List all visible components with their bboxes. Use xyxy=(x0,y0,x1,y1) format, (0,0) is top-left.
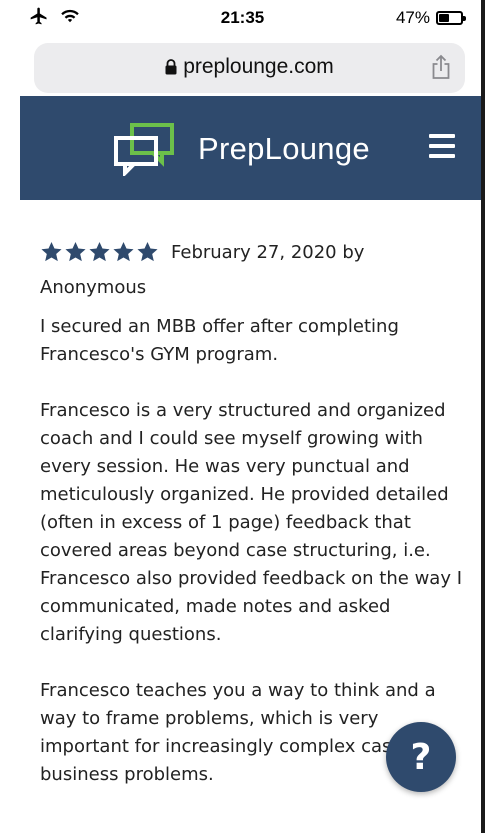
logo-text: PrepLounge xyxy=(198,131,370,166)
url-text: preplounge.com xyxy=(183,55,334,78)
hamburger-menu-icon[interactable] xyxy=(429,134,455,158)
review-paragraph: Francesco is a very structured and organ… xyxy=(40,400,462,645)
logo[interactable]: PrepLounge xyxy=(112,122,370,176)
help-button[interactable]: ? xyxy=(386,722,456,792)
review-date: February 27, 2020 by xyxy=(171,241,365,263)
url-display[interactable]: preplounge.com xyxy=(34,55,465,79)
screen-edge xyxy=(481,0,485,833)
preplounge-logo-icon xyxy=(114,123,174,176)
review-paragraph: I secured an MBB offer after completing … xyxy=(40,316,399,365)
address-bar[interactable]: preplounge.com xyxy=(34,43,465,93)
lock-icon xyxy=(165,59,177,75)
star-icon xyxy=(113,241,134,262)
review-author: Anonymous xyxy=(40,277,147,298)
share-icon[interactable] xyxy=(431,54,451,80)
review-card: February 27, 2020 by Anonymous I secured… xyxy=(40,236,472,789)
star-icon xyxy=(41,241,62,262)
battery-percent: 47% xyxy=(395,8,430,27)
status-bar: 21:35 47% xyxy=(0,0,485,36)
status-right: 47% xyxy=(395,8,466,28)
star-icon xyxy=(137,241,158,262)
star-icon xyxy=(65,241,86,262)
site-header: PrepLounge xyxy=(20,96,485,200)
review-header: February 27, 2020 by xyxy=(40,236,472,268)
battery-icon xyxy=(436,11,466,25)
star-rating xyxy=(40,241,159,263)
battery-fill xyxy=(439,14,449,22)
star-icon xyxy=(89,241,110,262)
